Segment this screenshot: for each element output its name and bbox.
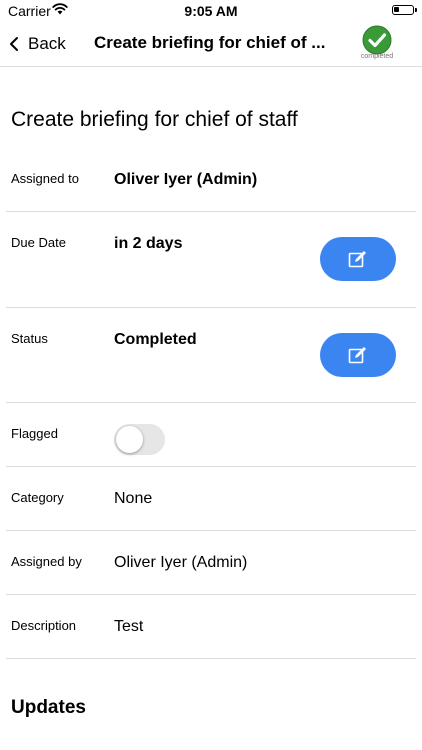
edit-due-date-button[interactable] [320, 237, 396, 281]
assigned-by-value: Oliver Iyer (Admin) [114, 554, 248, 571]
battery-icon [392, 5, 414, 15]
assigned-to-row: Assigned to Oliver Iyer (Admin) [6, 148, 416, 212]
back-label: Back [28, 34, 66, 53]
due-date-value: in 2 days [114, 235, 183, 252]
category-label: Category [11, 490, 64, 505]
category-row: Category None [6, 467, 416, 531]
assigned-by-row: Assigned by Oliver Iyer (Admin) [6, 531, 416, 595]
updates-title: Updates [11, 697, 86, 718]
due-date-row: Due Date in 2 days [6, 212, 416, 308]
status-label: Status [11, 331, 48, 346]
status-value: Completed [114, 331, 197, 348]
battery-tip [415, 8, 417, 12]
status-bar: Carrier 9:05 AM [0, 0, 422, 22]
due-date-label: Due Date [11, 235, 66, 250]
assigned-to-label: Assigned to [11, 171, 79, 186]
description-value: Test [114, 618, 144, 635]
page-title: Create briefing for chief of staff [11, 108, 298, 131]
category-value: None [114, 490, 153, 507]
assigned-by-label: Assigned by [11, 554, 82, 569]
assigned-to-value: Oliver Iyer (Admin) [114, 171, 258, 188]
toggle-knob [116, 426, 143, 453]
status-row: Status Completed [6, 308, 416, 403]
chevron-left-icon [10, 37, 18, 51]
edit-status-button[interactable] [320, 333, 396, 377]
checkmark-circle-icon[interactable] [362, 25, 392, 55]
edit-icon [348, 251, 366, 268]
status-caption: completed [360, 53, 394, 60]
back-button[interactable]: Back [8, 34, 66, 54]
nav-bar: Back Create briefing for chief of ... co… [0, 22, 422, 67]
description-row: Description Test [6, 595, 416, 659]
edit-icon [348, 347, 366, 364]
flagged-label: Flagged [11, 426, 58, 441]
clock: 9:05 AM [184, 3, 238, 19]
nav-title: Create briefing for chief of ... [94, 33, 326, 52]
description-label: Description [11, 618, 77, 633]
flagged-toggle[interactable] [114, 424, 165, 455]
flagged-row: Flagged [6, 403, 416, 467]
